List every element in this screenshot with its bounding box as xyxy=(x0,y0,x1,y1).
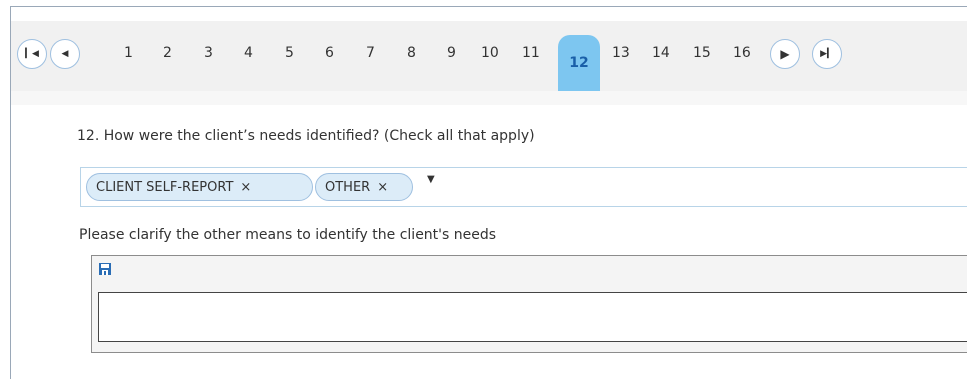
last-page-icon: ▶▎ xyxy=(820,49,834,59)
question-label: 12. How were the client’s needs identifi… xyxy=(77,128,535,144)
page-1[interactable]: 1 xyxy=(124,45,133,61)
page-16[interactable]: 16 xyxy=(733,45,751,61)
first-page-button[interactable]: ▎◀ xyxy=(17,39,47,69)
remove-tag-button[interactable]: × xyxy=(240,180,251,195)
page-14[interactable]: 14 xyxy=(652,45,670,61)
page-3[interactable]: 3 xyxy=(204,45,213,61)
page-8[interactable]: 8 xyxy=(407,45,416,61)
page-5[interactable]: 5 xyxy=(285,45,294,61)
last-page-button[interactable]: ▶▎ xyxy=(812,39,842,69)
survey-panel: ▎◀ ◀ 1 2 3 4 5 6 7 8 9 10 11 12 13 14 15… xyxy=(10,6,967,379)
page-4[interactable]: 4 xyxy=(244,45,253,61)
page-7[interactable]: 7 xyxy=(366,45,375,61)
remove-tag-button[interactable]: × xyxy=(377,180,388,195)
page-10[interactable]: 10 xyxy=(481,45,499,61)
pagination-bar: ▎◀ ◀ 1 2 3 4 5 6 7 8 9 10 11 12 13 14 15… xyxy=(11,21,967,91)
page-9[interactable]: 9 xyxy=(447,45,456,61)
needs-multiselect[interactable]: CLIENT SELF-REPORT × OTHER × ▼ xyxy=(80,167,967,207)
current-page-label: 12 xyxy=(569,55,589,71)
page-2[interactable]: 2 xyxy=(163,45,172,61)
clarify-label: Please clarify the other means to identi… xyxy=(79,227,497,243)
next-page-button[interactable]: ▶ xyxy=(770,39,800,69)
prev-page-icon: ◀ xyxy=(61,49,69,59)
page-12-current[interactable]: 12 xyxy=(558,35,600,91)
save-icon[interactable] xyxy=(98,262,112,276)
prev-page-button[interactable]: ◀ xyxy=(50,39,80,69)
tag-client-self-report: CLIENT SELF-REPORT × xyxy=(86,173,313,201)
dropdown-arrow-icon[interactable]: ▼ xyxy=(427,174,435,185)
page-15[interactable]: 15 xyxy=(693,45,711,61)
clarify-textarea[interactable] xyxy=(98,292,967,342)
page-13[interactable]: 13 xyxy=(612,45,630,61)
tag-other: OTHER × xyxy=(315,173,413,201)
tag-label: CLIENT SELF-REPORT xyxy=(96,179,234,195)
next-page-icon: ▶ xyxy=(780,47,790,61)
tag-label: OTHER xyxy=(325,179,371,195)
first-page-icon: ▎◀ xyxy=(25,49,39,59)
divider-strip xyxy=(11,91,967,105)
page-6[interactable]: 6 xyxy=(325,45,334,61)
clarify-editor xyxy=(91,255,967,353)
page-11[interactable]: 11 xyxy=(522,45,540,61)
